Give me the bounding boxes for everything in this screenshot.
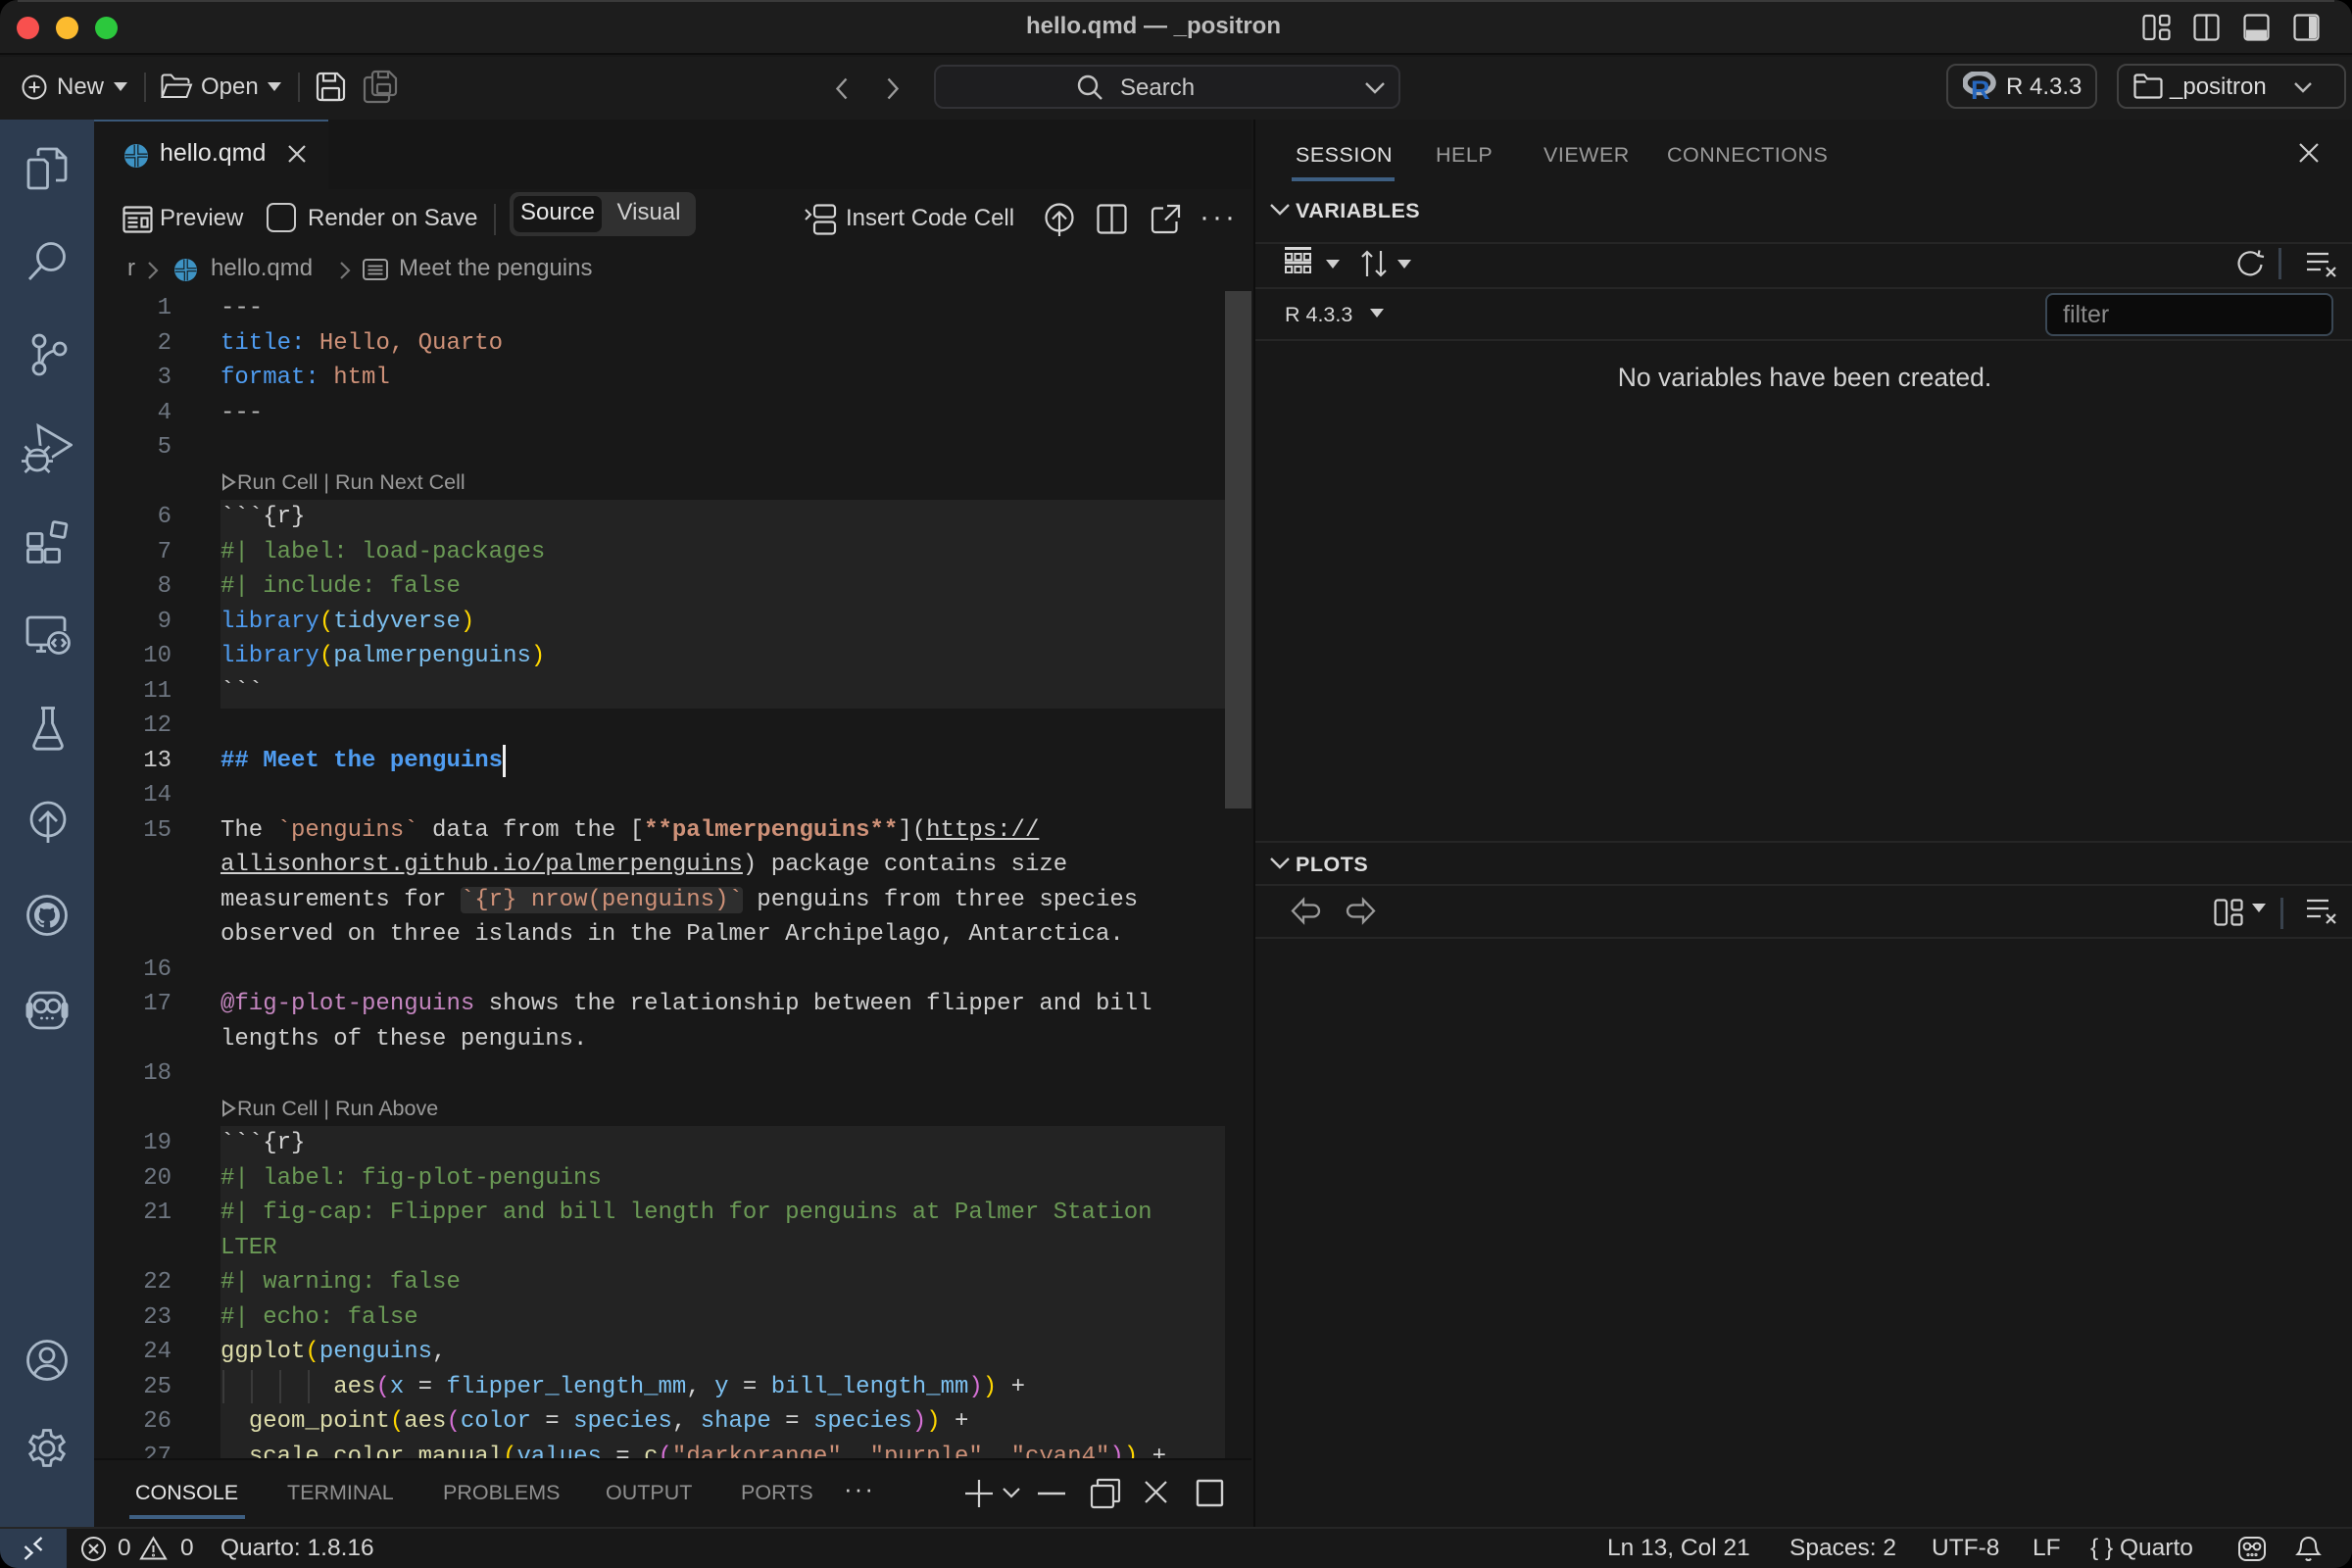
svg-text:R: R xyxy=(1971,75,1990,101)
